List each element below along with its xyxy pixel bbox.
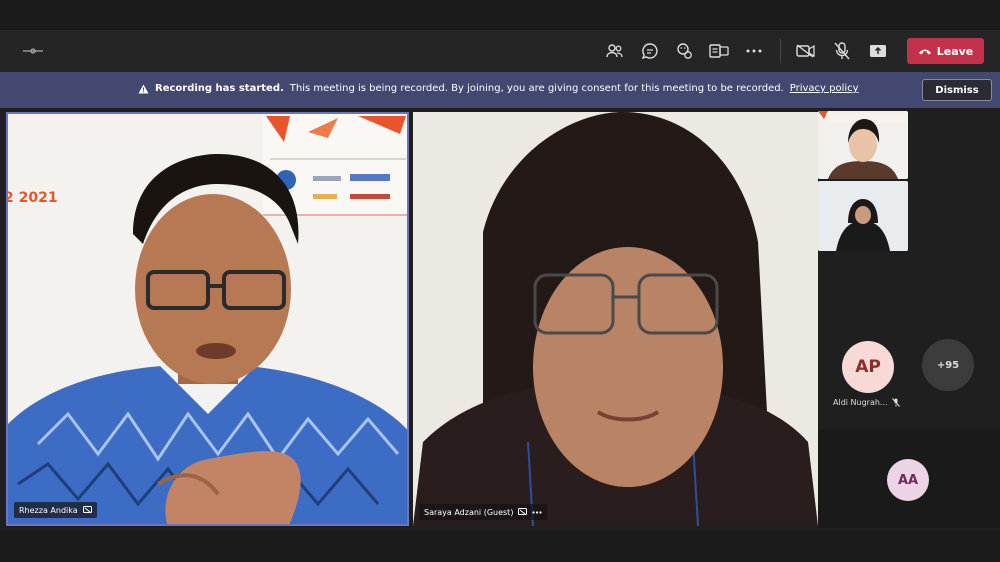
more-participants-button[interactable]: +95 — [922, 339, 974, 391]
recording-banner: Recording has started. This meeting is b… — [0, 72, 1000, 108]
reactions-icon[interactable] — [672, 39, 696, 63]
people-icon[interactable] — [603, 39, 627, 63]
privacy-policy-link[interactable]: Privacy policy — [790, 83, 859, 94]
chat-icon[interactable] — [638, 39, 662, 63]
participant-name: Rhezza Andika — [19, 505, 78, 515]
screen-share-indicator-icon — [82, 506, 92, 513]
video-thumbnail[interactable] — [818, 111, 908, 179]
participant-avatar[interactable]: AP — [842, 341, 894, 393]
participant-avatar[interactable]: AA — [887, 459, 929, 501]
timer-icon — [23, 48, 43, 54]
svg-text:2 2021: 2 2021 — [8, 190, 58, 206]
participant-name: Aldi Nugrah... — [833, 398, 888, 407]
recording-text: This meeting is being recorded. By joini… — [289, 83, 784, 94]
participant-name: Saraya Adzani (Guest) — [424, 507, 514, 517]
participant-name-pill: Saraya Adzani (Guest) — [419, 504, 548, 520]
bottom-strip — [0, 530, 1000, 562]
camera-off-icon[interactable] — [794, 39, 818, 63]
phone-hangup-icon — [918, 49, 931, 54]
recording-title: Recording has started. — [155, 83, 284, 94]
top-strip — [0, 0, 1000, 30]
participant-name-pill: Rhezza Andika — [14, 502, 97, 518]
meeting-toolbar: Leave — [0, 30, 1000, 72]
meeting-window: Leave Recording has started. This meetin… — [0, 0, 1000, 562]
video-tile-saraya[interactable]: Saraya Adzani (Guest) — [413, 112, 818, 526]
video-thumbnail[interactable] — [818, 181, 908, 251]
mic-off-icon — [891, 398, 900, 407]
participant-video — [818, 111, 908, 179]
screen-share-indicator-icon — [518, 508, 528, 515]
participant-video — [818, 181, 908, 251]
more-icon[interactable] — [742, 39, 766, 63]
share-tray-icon[interactable] — [707, 39, 731, 63]
participant-more-icon[interactable] — [532, 510, 543, 514]
recording-message: Recording has started. This meeting is b… — [138, 83, 859, 94]
warning-icon — [138, 84, 149, 93]
leave-label: Leave — [936, 44, 974, 58]
video-tile-rhezza[interactable]: 2 2021 Rhezza Andika — [6, 112, 409, 526]
toolbar-separator — [780, 39, 781, 63]
participant-video — [413, 112, 818, 526]
mic-off-icon[interactable] — [830, 39, 854, 63]
share-screen-icon[interactable] — [866, 39, 890, 63]
participant-video: 2 2021 — [8, 114, 407, 524]
dismiss-button[interactable]: Dismiss — [922, 79, 992, 101]
leave-button[interactable]: Leave — [907, 38, 984, 64]
participant-name-label: Aldi Nugrah... — [833, 398, 900, 407]
